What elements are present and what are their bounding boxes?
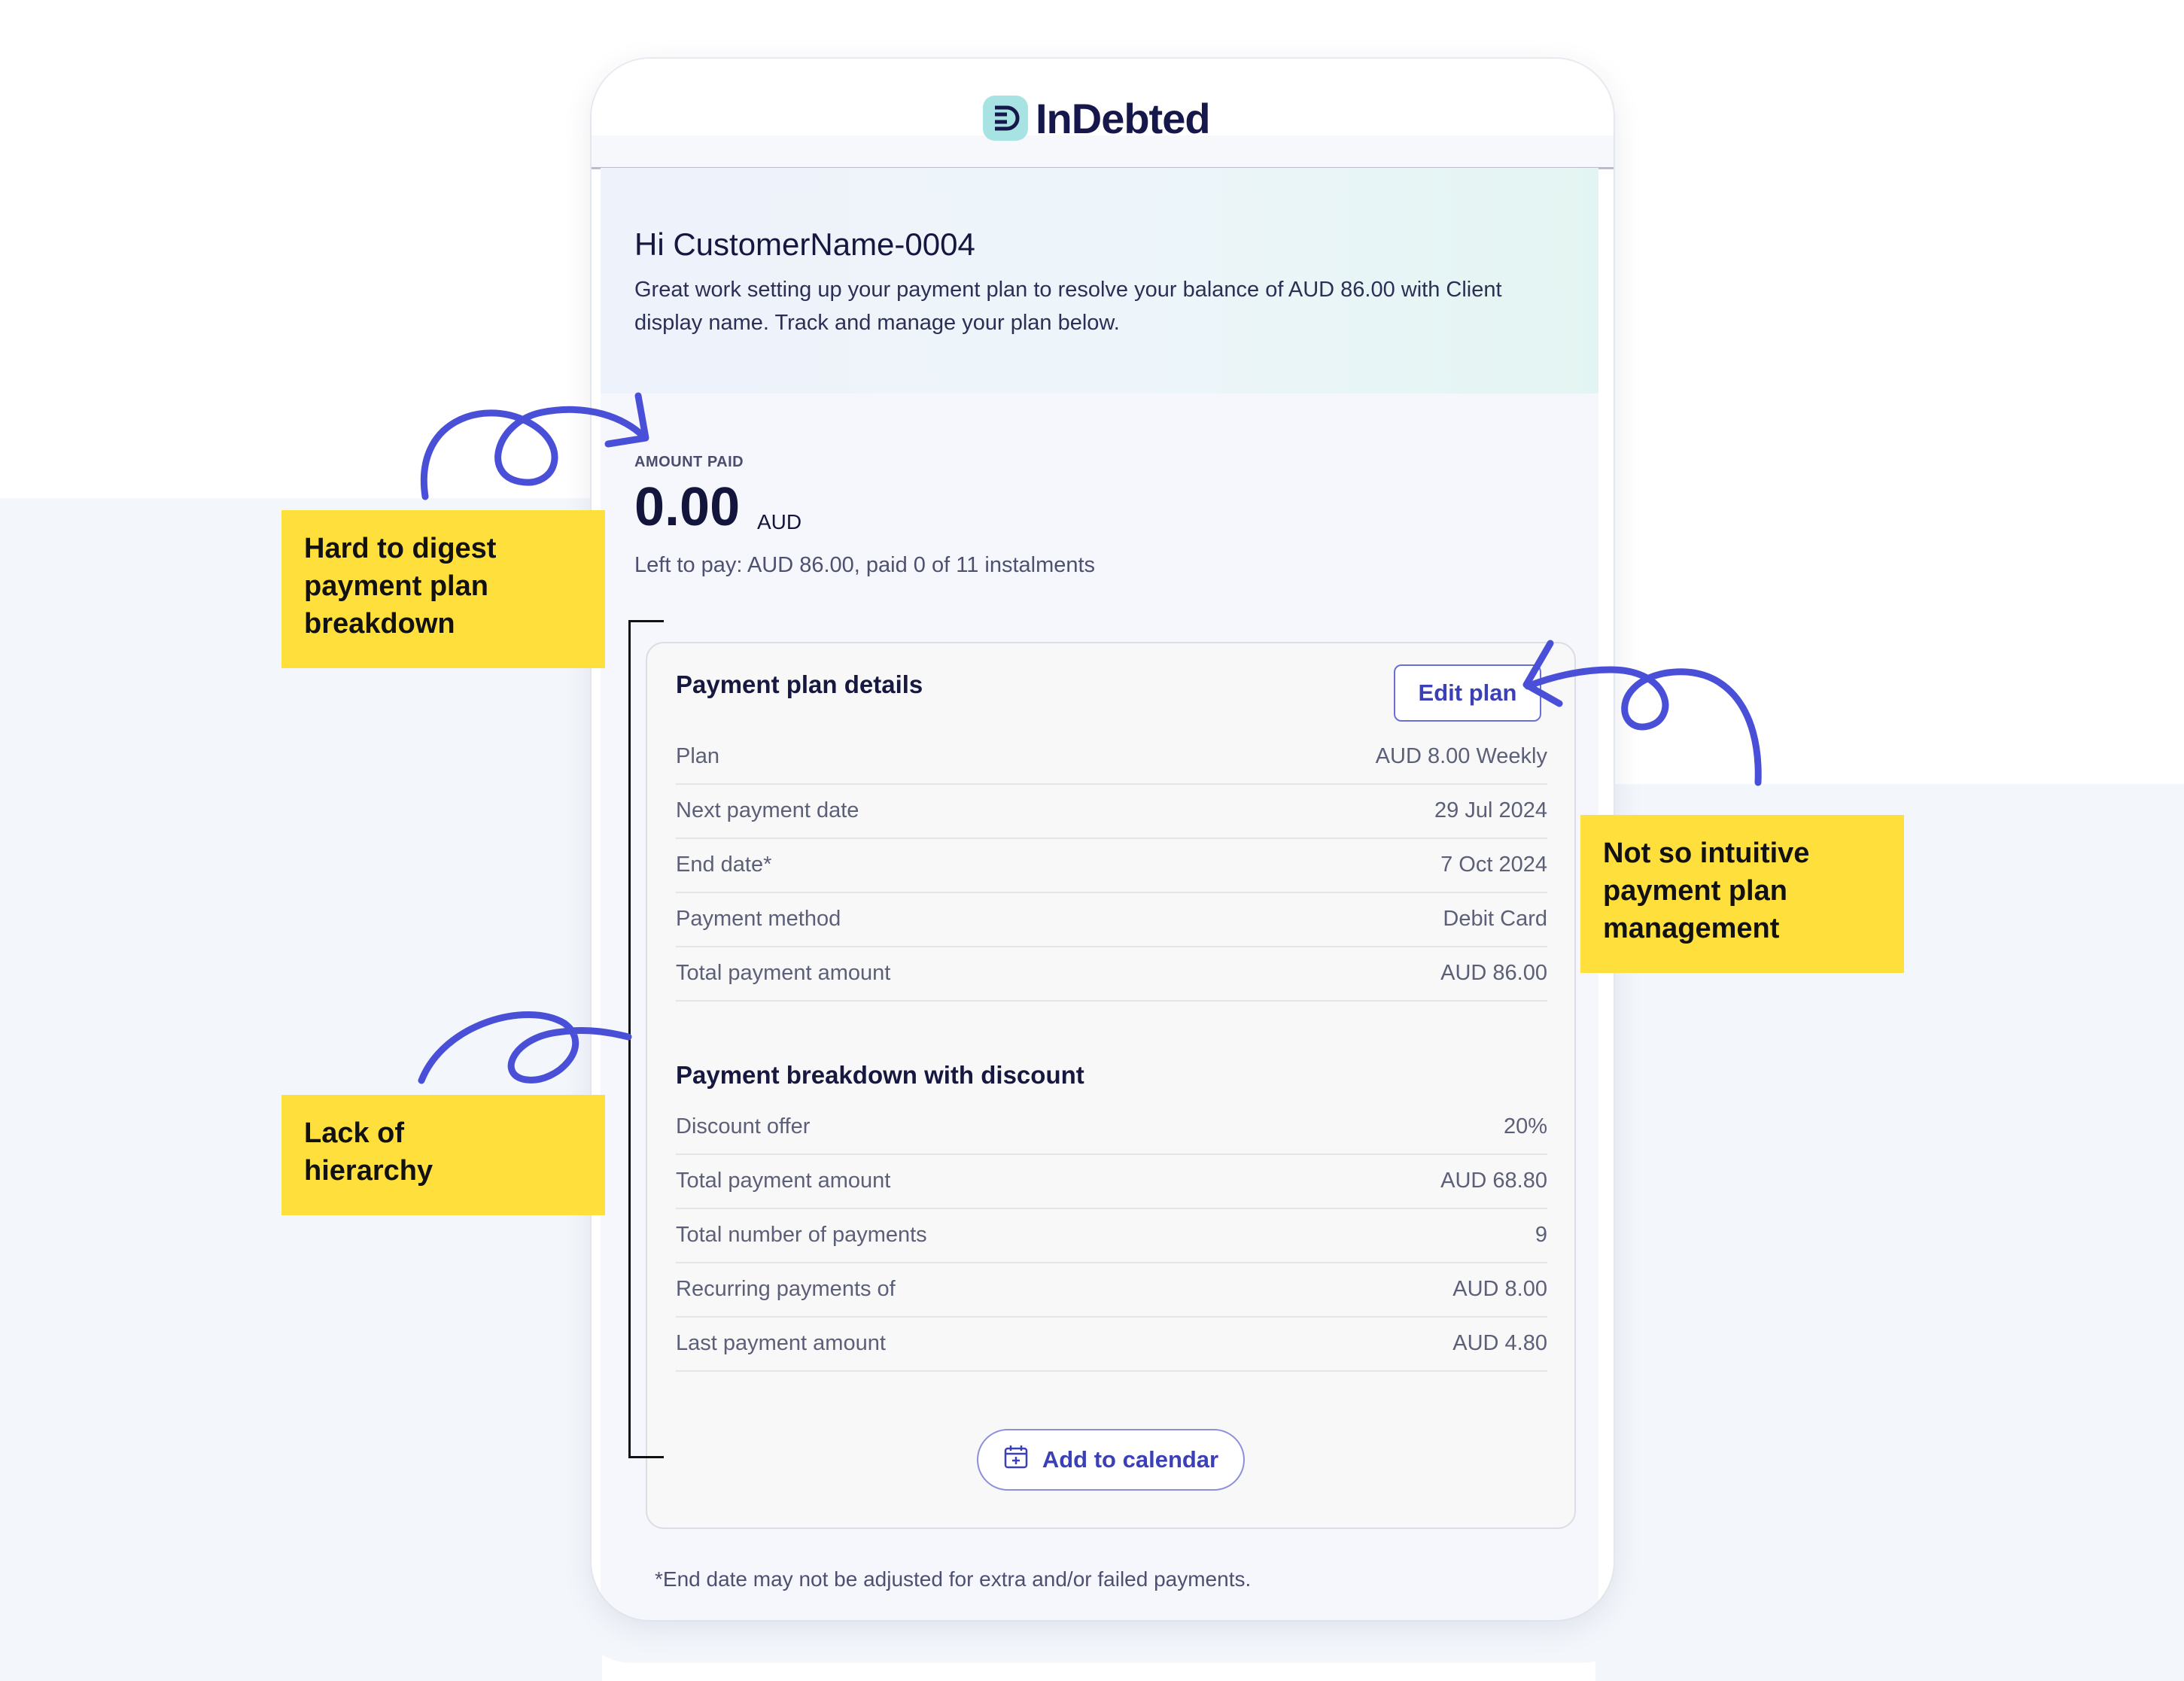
arrow-breakdown (420, 406, 647, 500)
arrow-hierarchy (418, 1011, 632, 1084)
arrow-management-head (1522, 640, 1563, 707)
arrow-management (1524, 666, 1762, 786)
annotation-arrows (418, 392, 1762, 1084)
